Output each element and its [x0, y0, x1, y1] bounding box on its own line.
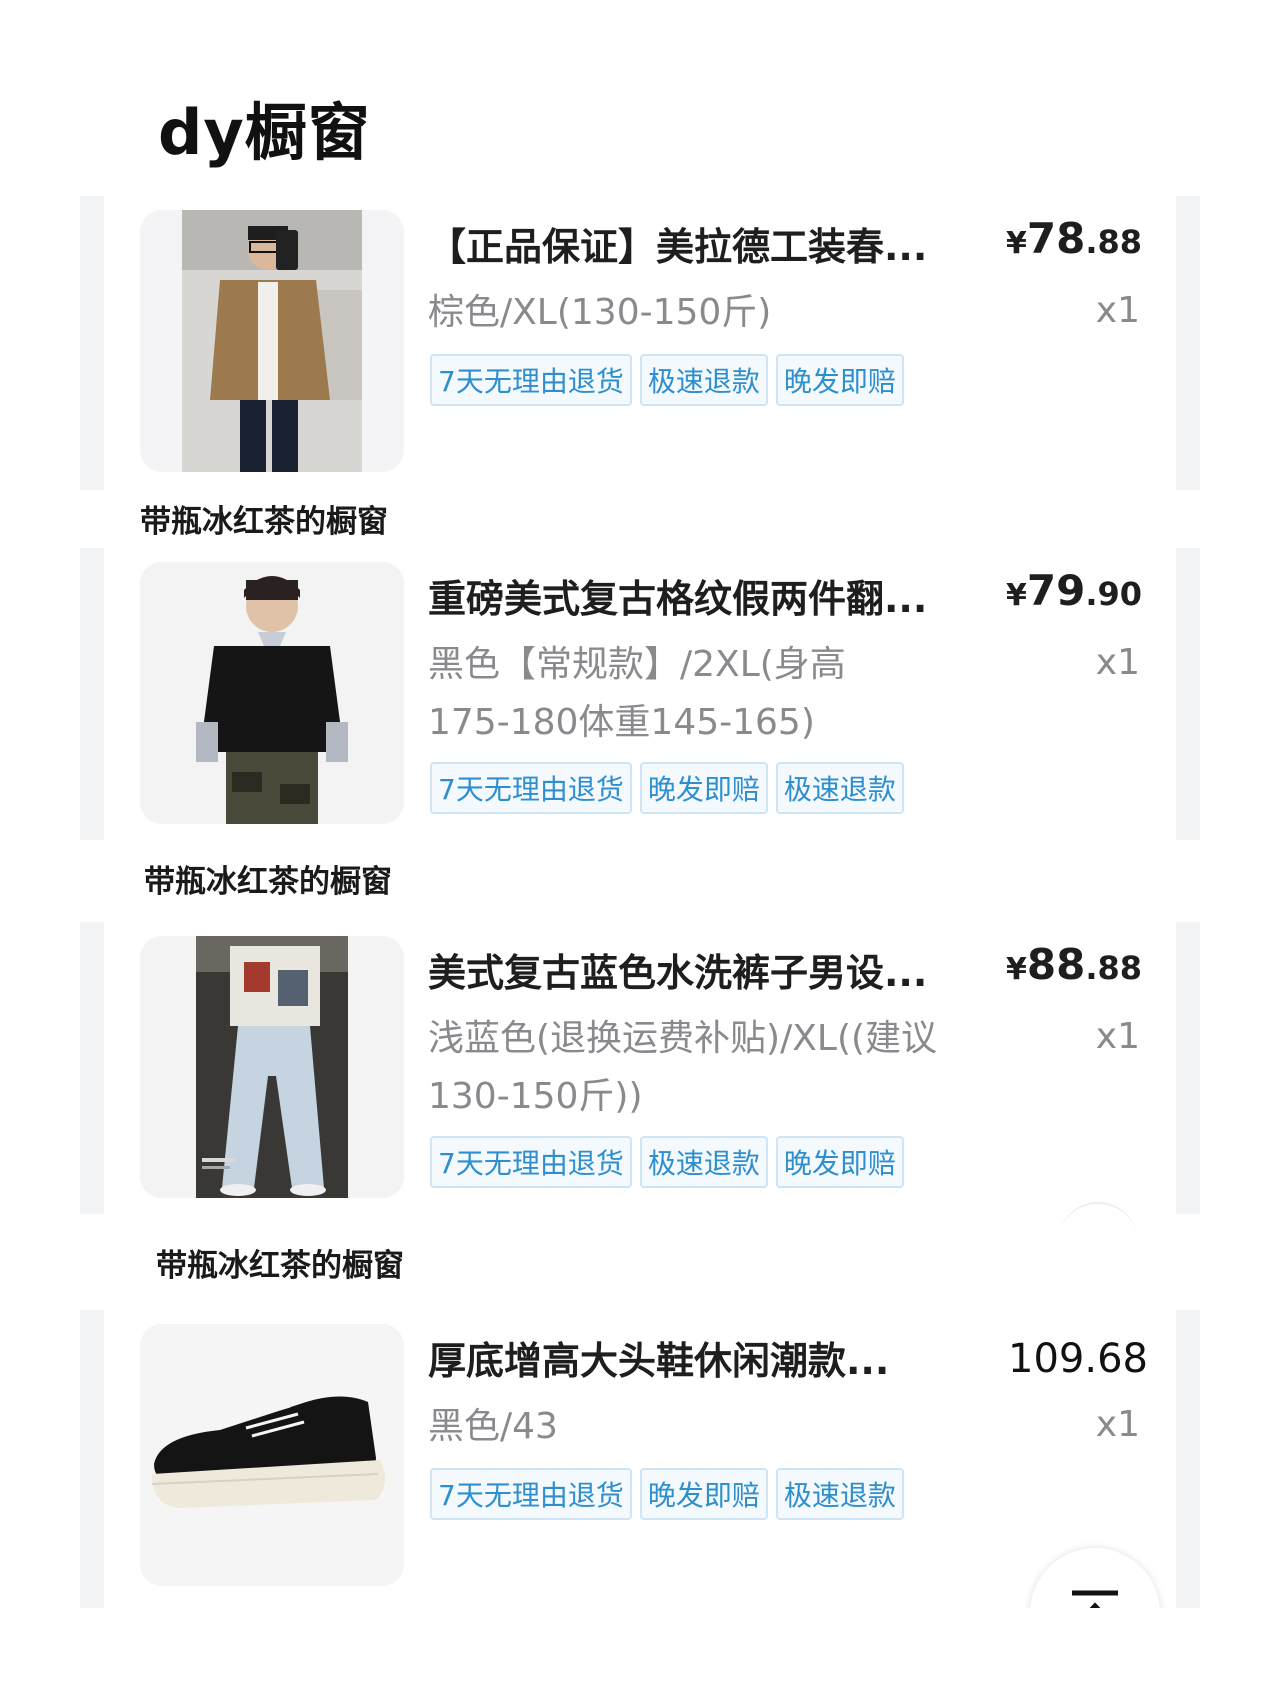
shop-label: 带瓶冰红茶的橱窗 [144, 864, 392, 900]
product-price: ¥88.88 [1005, 940, 1142, 989]
badge-late-ship: 晚发即赔 [639, 762, 768, 814]
badge-return: 7天无理由退货 [430, 762, 632, 814]
product-image-4[interactable] [140, 1324, 404, 1586]
badge-late-ship: 晚发即赔 [775, 1136, 904, 1188]
shop-label: 带瓶冰红茶的橱窗 [140, 504, 388, 540]
product-quantity: x1 [1095, 290, 1140, 331]
badge-fast-refund: 极速退款 [775, 762, 904, 814]
product-quantity: x1 [1095, 1404, 1140, 1445]
product-image-2[interactable] [140, 562, 404, 824]
person-in-light-blue-jeans-photo [140, 936, 404, 1198]
service-badges: 7天无理由退货 极速退款 晚发即赔 [430, 354, 904, 406]
product-quantity: x1 [1095, 1016, 1140, 1057]
product-image-1[interactable] [140, 210, 404, 472]
product-title[interactable]: 厚底增高大头鞋休闲潮款... [428, 1330, 988, 1385]
man-in-brown-jacket-photo [182, 210, 362, 472]
shop-label: 带瓶冰红茶的橱窗 [156, 1248, 404, 1284]
product-price: ¥78.88 [1005, 214, 1142, 263]
product-spec: 黑色【常规款】/2XL(身高 175-180体重145-165) [428, 644, 846, 743]
product-spec: 棕色/XL(130-150斤) [428, 292, 772, 333]
badge-return: 7天无理由退货 [430, 1468, 632, 1520]
product-price: 109.68 [1008, 1336, 1148, 1382]
black-white-sneaker-photo [140, 1324, 404, 1586]
badge-fast-refund: 极速退款 [639, 1136, 768, 1188]
badge-late-ship: 晚发即赔 [775, 354, 904, 406]
product-title[interactable]: 【正品保证】美拉德工装春... [428, 216, 988, 271]
bottom-whitespace [0, 1608, 1280, 1706]
page-title: dy橱窗 [158, 96, 371, 169]
service-badges: 7天无理由退货 极速退款 晚发即赔 [430, 1136, 904, 1188]
man-in-black-sweater-photo [140, 562, 404, 824]
badge-late-ship: 晚发即赔 [639, 1468, 768, 1520]
badge-fast-refund: 极速退款 [639, 354, 768, 406]
service-badges: 7天无理由退货 晚发即赔 极速退款 [430, 1468, 904, 1520]
product-card-3[interactable]: 美式复古蓝色水洗裤子男设... ¥88.88 浅蓝色(退换运费补贴)/XL((建… [80, 922, 1200, 1214]
product-title[interactable]: 美式复古蓝色水洗裤子男设... [428, 942, 988, 997]
product-card-2[interactable]: 重磅美式复古格纹假两件翻... ¥79.90 黑色【常规款】/2XL(身高 17… [80, 548, 1200, 840]
product-card-4[interactable]: 厚底增高大头鞋休闲潮款... 109.68 黑色/43 x1 7天无理由退货 晚… [80, 1310, 1200, 1610]
badge-return: 7天无理由退货 [430, 354, 632, 406]
product-image-3[interactable] [140, 936, 404, 1198]
badge-return: 7天无理由退货 [430, 1136, 632, 1188]
product-spec: 黑色/43 [428, 1406, 558, 1447]
product-title[interactable]: 重磅美式复古格纹假两件翻... [428, 568, 988, 623]
service-badges: 7天无理由退货 晚发即赔 极速退款 [430, 762, 904, 814]
product-card-1[interactable]: 【正品保证】美拉德工装春... ¥78.88 棕色/XL(130-150斤) x… [80, 196, 1200, 490]
product-price: ¥79.90 [1005, 566, 1142, 615]
product-spec: 浅蓝色(退换运费补贴)/XL((建议 130-150斤)) [428, 1018, 938, 1117]
badge-fast-refund: 极速退款 [775, 1468, 904, 1520]
product-quantity: x1 [1095, 642, 1140, 683]
